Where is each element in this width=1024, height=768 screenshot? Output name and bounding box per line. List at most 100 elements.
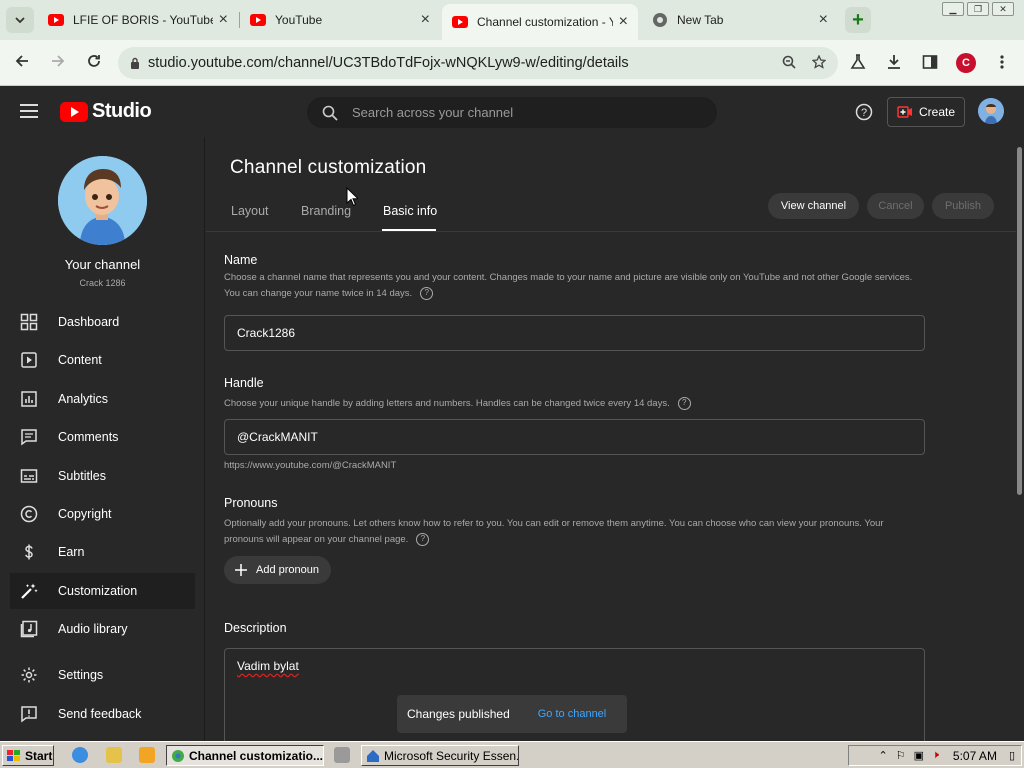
studio-logo-text: Studio	[92, 100, 152, 122]
side-panel-icon[interactable]	[922, 54, 938, 70]
sidebar-item-label: Copyright	[58, 507, 112, 521]
account-avatar[interactable]	[978, 98, 1004, 124]
content-icon	[21, 352, 37, 368]
snackbar-toast: Changes published Go to channel	[397, 695, 627, 733]
taskbar-window-label: Channel customizatio...	[189, 748, 324, 763]
taskbar-window-chrome[interactable]: Channel customizatio...	[166, 745, 324, 766]
close-tab-icon[interactable]: ×	[619, 13, 628, 31]
handle-help-icon[interactable]: ?	[677, 396, 691, 410]
handle-field[interactable]: @CrackMANIT	[224, 419, 925, 455]
internet-explorer-icon[interactable]	[72, 747, 88, 763]
name-field[interactable]: Crack1286	[224, 315, 925, 351]
sidebar-item-subtitles[interactable]: Subtitles	[10, 458, 195, 494]
name-description-text: Choose a channel name that represents yo…	[224, 272, 913, 299]
search-input[interactable]: Search across your channel	[307, 97, 717, 128]
scrollbar-thumb[interactable]	[1017, 147, 1022, 495]
back-arrow-icon	[15, 55, 28, 67]
publish-button[interactable]: Publish	[932, 193, 994, 219]
pronouns-description-text: Optionally add your pronouns. Let others…	[224, 518, 884, 545]
page-title: Channel customization	[230, 157, 427, 178]
reload-icon	[88, 55, 100, 67]
feedback-icon	[21, 706, 37, 723]
show-desktop-icon[interactable]: ▯	[1009, 749, 1015, 762]
pronouns-description: Optionally add your pronouns. Let others…	[224, 516, 924, 548]
volume-muted-icon[interactable]: 🕨	[932, 749, 939, 762]
tab-search-button[interactable]	[6, 7, 34, 33]
restore-button[interactable]: ❐	[967, 2, 989, 16]
close-tab-icon[interactable]: ×	[421, 11, 430, 29]
sidebar-item-label: Analytics	[58, 392, 109, 406]
sidebar-item-content[interactable]: Content	[10, 342, 195, 378]
sidebar-item-label: Settings	[58, 668, 104, 682]
browser-tab-2[interactable]: YouTube ×	[240, 4, 440, 36]
minimize-button[interactable]: ▁	[942, 2, 964, 16]
create-button[interactable]: Create	[887, 97, 965, 127]
tab-branding[interactable]: Branding	[301, 204, 351, 218]
pronouns-help-icon[interactable]: ?	[416, 532, 430, 546]
view-channel-button[interactable]: View channel	[768, 193, 859, 219]
go-to-channel-link[interactable]: Go to channel	[538, 708, 607, 720]
audio-library-icon	[20, 620, 38, 638]
sidebar-item-analytics[interactable]: Analytics	[10, 381, 195, 417]
clock[interactable]: 5:07 AM	[953, 749, 997, 763]
main-content: Channel customization Layout Branding Ba…	[206, 137, 1016, 748]
tab-title: LFIE OF BORIS - YouTube	[73, 13, 213, 27]
flag-icon[interactable]: ⚐	[896, 749, 906, 762]
sidebar-item-dashboard[interactable]: Dashboard	[10, 304, 195, 340]
page-scrollbar[interactable]	[1016, 137, 1024, 741]
browser-tab-1[interactable]: LFIE OF BORIS - YouTube ×	[38, 4, 238, 36]
hamburger-menu-icon[interactable]	[20, 104, 38, 122]
channel-avatar[interactable]	[58, 156, 147, 245]
close-window-button[interactable]: ✕	[992, 2, 1014, 16]
description-text: Vadim bylat	[237, 659, 299, 673]
settings-app-icon[interactable]	[334, 747, 350, 763]
window-controls: ▁ ❐ ✕	[942, 2, 1014, 16]
tray-expand-icon[interactable]: ⌃	[878, 749, 887, 762]
sidebar-item-audio-library[interactable]: Audio library	[10, 611, 195, 647]
address-bar[interactable]: studio.youtube.com/channel/UC3TBdoTdFojx…	[118, 47, 838, 79]
sidebar-item-settings[interactable]: Settings	[10, 657, 195, 693]
sidebar-item-comments[interactable]: Comments	[10, 419, 195, 455]
sidebar-item-customization[interactable]: Customization	[10, 573, 195, 609]
name-help-icon[interactable]: ?	[420, 286, 434, 300]
downloads-icon[interactable]	[886, 54, 902, 70]
security-house-icon	[367, 749, 379, 762]
taskbar-window-security[interactable]: Microsoft Security Essen...	[361, 745, 519, 766]
folder-icon[interactable]	[106, 747, 122, 763]
chevron-down-icon	[15, 16, 25, 23]
sidebar-item-send-feedback[interactable]: Send feedback	[10, 696, 195, 732]
add-pronoun-button[interactable]: Add pronoun	[224, 556, 331, 584]
labs-flask-icon[interactable]	[850, 54, 866, 70]
browser-tab-3-active[interactable]: Channel customization - Yo ×	[442, 4, 638, 40]
tab-layout[interactable]: Layout	[231, 204, 269, 218]
tab-title: Channel customization - Yo	[477, 15, 613, 29]
browser-menu-icon[interactable]	[994, 54, 1010, 70]
bookmark-star-icon[interactable]	[812, 55, 826, 69]
browser-tab-4[interactable]: New Tab ×	[642, 4, 838, 36]
studio-logo[interactable]: Studio	[60, 100, 152, 123]
help-icon[interactable]: ?	[855, 103, 873, 121]
new-tab-button[interactable]: +	[845, 7, 871, 33]
create-video-icon	[897, 106, 912, 118]
create-label: Create	[918, 105, 956, 119]
customization-icon	[21, 583, 38, 599]
youtube-icon	[48, 14, 64, 26]
sidebar-item-label: Send feedback	[58, 707, 142, 721]
browser-profile-avatar[interactable]: C	[956, 53, 976, 73]
media-player-icon[interactable]	[139, 747, 155, 763]
forward-button[interactable]	[50, 53, 66, 69]
sidebar-item-copyright[interactable]: Copyright	[10, 496, 195, 532]
sidebar-item-earn[interactable]: Earn	[10, 534, 195, 570]
cancel-button[interactable]: Cancel	[867, 193, 924, 219]
close-tab-icon[interactable]: ×	[819, 11, 828, 29]
reload-button[interactable]	[86, 53, 102, 69]
description-section-label: Description	[224, 621, 287, 635]
network-icon[interactable]: ▣	[914, 749, 924, 762]
comments-icon	[21, 429, 37, 446]
handle-section-label: Handle	[224, 376, 264, 390]
back-button[interactable]	[14, 53, 30, 69]
tab-basic-info[interactable]: Basic info	[383, 204, 437, 218]
close-tab-icon[interactable]: ×	[219, 11, 228, 29]
start-button[interactable]: Start	[2, 745, 54, 766]
zoom-icon[interactable]	[782, 55, 796, 69]
